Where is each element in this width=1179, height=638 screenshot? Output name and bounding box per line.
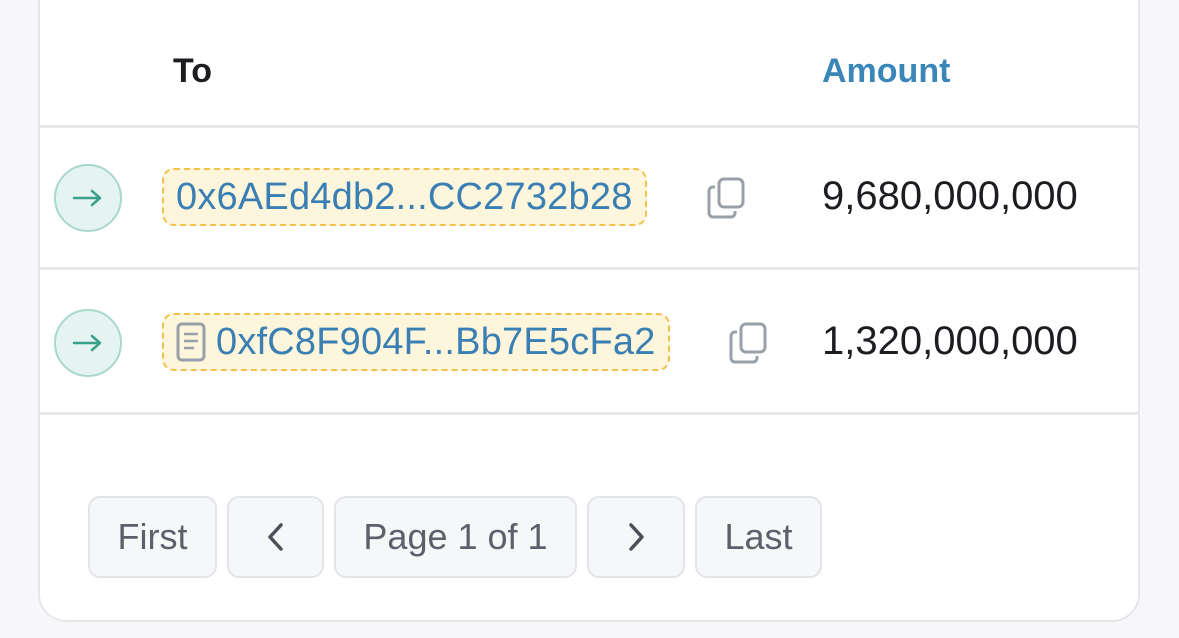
address-text[interactable]: 0x6AEd4db2...CC2732b28 [176, 176, 633, 219]
address-text[interactable]: 0xfC8F904F...Bb7E5cFa2 [216, 321, 656, 364]
transfers-card: To Amount 0x6AEd4db2...CC2732b28 9,680,0… [38, 0, 1140, 622]
column-header-to: To [173, 52, 213, 90]
pagination: First Page 1 of 1 Last [88, 496, 822, 578]
first-page-button[interactable]: First [88, 496, 217, 578]
arrow-right-icon [54, 164, 122, 232]
page-indicator: Page 1 of 1 [334, 496, 577, 578]
table-header: To Amount [40, 2, 1138, 128]
address-link[interactable]: 0x6AEd4db2...CC2732b28 [162, 168, 647, 226]
next-page-button[interactable] [587, 496, 685, 578]
column-header-amount[interactable]: Amount [822, 52, 950, 91]
chevron-right-icon [629, 523, 644, 551]
copy-icon[interactable] [706, 176, 746, 220]
chevron-left-icon [267, 523, 283, 551]
last-page-button[interactable]: Last [695, 496, 822, 578]
previous-page-button[interactable] [227, 496, 324, 578]
address-link[interactable]: 0xfC8F904F...Bb7E5cFa2 [162, 313, 670, 371]
table-row: 0x6AEd4db2...CC2732b28 9,680,000,000 [40, 128, 1138, 270]
arrow-right-icon [54, 309, 122, 377]
table-row: 0xfC8F904F...Bb7E5cFa2 1,320,000,000 [40, 273, 1138, 415]
copy-icon[interactable] [728, 321, 768, 365]
amount-value: 9,680,000,000 [822, 174, 1078, 218]
contract-document-icon [176, 322, 206, 362]
amount-value: 1,320,000,000 [822, 319, 1078, 363]
